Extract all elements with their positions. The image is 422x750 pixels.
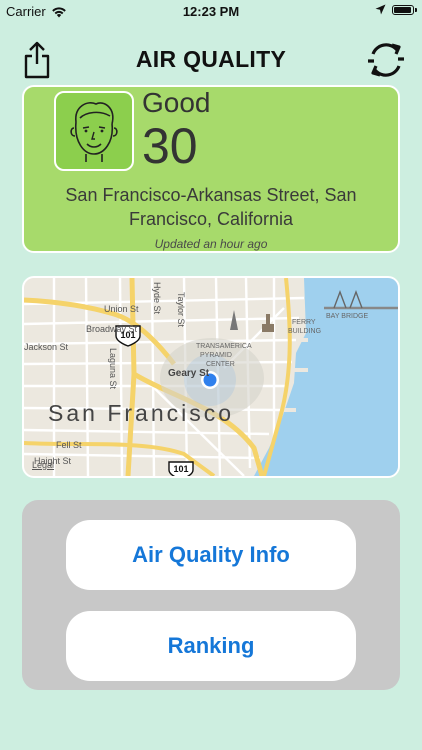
map-city-label: San Francisco bbox=[48, 400, 235, 426]
map-label-pyramid: PYRAMID bbox=[200, 352, 232, 359]
aqi-card[interactable]: Good 30 San Francisco-Arkansas Street, S… bbox=[22, 85, 400, 253]
actions-panel: Air Quality Info Ranking bbox=[22, 500, 400, 690]
station-location: San Francisco-Arkansas Street, San Franc… bbox=[65, 185, 357, 229]
nav-bar: AIR QUALITY bbox=[0, 38, 422, 84]
location-arrow-icon bbox=[375, 4, 386, 15]
map-label-bay-bridge: BAY BRIDGE bbox=[326, 313, 368, 320]
map-label-geary-st: Geary St bbox=[168, 368, 210, 379]
refresh-icon[interactable] bbox=[366, 40, 406, 80]
ranking-button[interactable]: Ranking bbox=[66, 611, 356, 681]
map-legal-link[interactable]: Legal bbox=[32, 460, 54, 470]
map-label-ferry: FERRY bbox=[292, 319, 316, 326]
map-label-jackson-st: Jackson St bbox=[24, 342, 69, 352]
aqi-value: 30 bbox=[142, 118, 198, 174]
face-icon bbox=[70, 102, 118, 162]
clock: 12:23 PM bbox=[182, 4, 240, 19]
highway-101-label-top: 101 bbox=[120, 330, 135, 340]
map-label-center: CENTER bbox=[206, 361, 235, 368]
map-label-taylor-st: Taylor St bbox=[176, 292, 186, 328]
aqi-level: Good bbox=[142, 87, 211, 118]
map-label-building: BUILDING bbox=[288, 328, 321, 335]
map-label-hyde-st: Hyde St bbox=[152, 282, 162, 315]
map-label-laguna-st: Laguna St bbox=[108, 348, 118, 390]
map-label-transamerica: TRANSAMERICA bbox=[196, 343, 252, 350]
map-view[interactable]: Union St Broadway St Jackson St Hyde St … bbox=[22, 276, 400, 478]
battery-icon bbox=[392, 4, 417, 15]
highway-101-label-bottom: 101 bbox=[173, 464, 188, 474]
face-icon-badge bbox=[54, 91, 134, 171]
updated-time: Updated an hour ago bbox=[154, 237, 268, 251]
map-label-union-st: Union St bbox=[104, 304, 139, 314]
map-label-fell-st: Fell St bbox=[56, 440, 82, 450]
air-quality-info-button[interactable]: Air Quality Info bbox=[66, 520, 356, 590]
page-title: AIR QUALITY bbox=[135, 46, 287, 72]
status-bar: Carrier 12:23 PM bbox=[0, 0, 422, 22]
